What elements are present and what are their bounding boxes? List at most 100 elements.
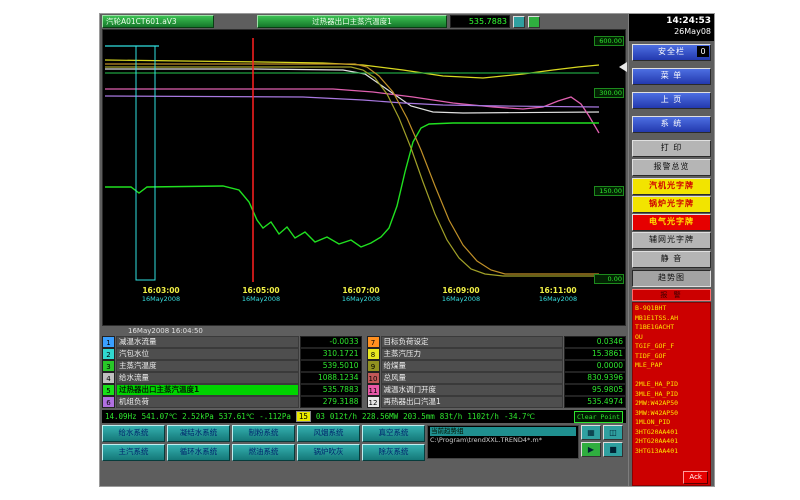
legend-index: 8: [367, 348, 380, 360]
sidebar-button-system[interactable]: 系 统: [632, 116, 711, 133]
sidebar-button-alarm-summary[interactable]: 报警总览: [632, 159, 711, 176]
legend-label: 汽包水位: [116, 348, 299, 360]
legend-index: 7: [367, 336, 380, 348]
alarm-line-6[interactable]: MLE_PAP: [635, 361, 708, 371]
cursor-timestamp: 16May2008 16:04:50: [102, 327, 626, 336]
system-button-r2-4[interactable]: 除灰系统: [362, 444, 425, 461]
alarm-header: 报 警: [632, 289, 711, 301]
clear-point-button[interactable]: Clear Point: [574, 411, 623, 423]
alarm-line-7[interactable]: [635, 371, 708, 381]
series-bright-green-pv: [105, 123, 599, 247]
sidebar-button-menu[interactable]: 菜 单: [632, 68, 711, 85]
topbar-mini-button-1[interactable]: [513, 16, 525, 28]
legend-row[interactable]: 2汽包水位310.1721: [102, 348, 362, 360]
system-button-r1-4[interactable]: 真空系统: [362, 425, 425, 442]
sidebar-button-boiler-lightbox[interactable]: 锅炉光字牌: [632, 196, 711, 213]
system-button-row-2: 主汽系统循环水系统燃油系统锅炉吹灰除灰系统: [102, 444, 425, 461]
alarm-panel: B-9Q1BHTMB1E1TSS.AHT1BE1GACHTOUTGIF_GOF_…: [632, 302, 711, 486]
legend-value: 535.4974: [564, 396, 626, 408]
series-olive-2: [105, 64, 599, 274]
play-mini-button[interactable]: ▶: [581, 442, 601, 457]
alarm-line-14[interactable]: 2HTG20AA401: [635, 437, 708, 447]
status-segment-9: 203.5mm: [403, 412, 435, 421]
sidebar-button-auxiliary-lightbox[interactable]: 辅网光字牌: [632, 232, 711, 249]
y-scale-value-3[interactable]: 0.00: [594, 274, 624, 284]
legend-value: 539.5010: [300, 360, 362, 372]
status-segment-6: 03: [316, 412, 325, 421]
y-scale-value-1[interactable]: 300.00: [594, 88, 624, 98]
screenshot-canvas: 汽轮A01CT601.aV3 过热器出口主蒸汽温度1 535.7883 600.…: [0, 0, 800, 500]
trend-plot[interactable]: [103, 30, 627, 323]
legend-row[interactable]: 1减温水流量-0.0033: [102, 336, 362, 348]
grid-mini-button[interactable]: ▦: [581, 425, 601, 440]
legend-row[interactable]: 7目标负荷设定0.0346: [367, 336, 627, 348]
x-tick-time: 16:05:00: [242, 286, 280, 295]
alarm-line-4[interactable]: TGIF_GOF_F: [635, 342, 708, 352]
alarm-line-10[interactable]: 2MW:W42AP50: [635, 399, 708, 409]
alarm-line-11[interactable]: 3MW:W42AP50: [635, 409, 708, 419]
sidebar-button-trend[interactable]: 趋势图: [632, 270, 711, 287]
legend-index: 5: [102, 384, 115, 396]
mini-button-grid: ▦◫▶■: [581, 425, 623, 457]
sidebar-button-safety-bar[interactable]: 安全栏0: [632, 44, 711, 61]
topbar-mini-button-2[interactable]: [528, 16, 540, 28]
system-button-r2-3[interactable]: 锅炉吹灰: [297, 444, 360, 461]
system-button-r1-0[interactable]: 给水系统: [102, 425, 165, 442]
sidebar-button-turbine-lightbox[interactable]: 汽机光字牌: [632, 178, 711, 195]
alarm-line-0[interactable]: B-9Q1BHT: [635, 304, 708, 314]
system-button-r2-0[interactable]: 主汽系统: [102, 444, 165, 461]
legend-label: 目标负荷设定: [381, 336, 564, 348]
alarm-line-8[interactable]: 2MLE_HA_PID: [635, 380, 708, 390]
sidebar-button-mute[interactable]: 静 音: [632, 251, 711, 268]
legend-row[interactable]: 8主蒸汽压力15.3861: [367, 348, 627, 360]
trend-tag-button[interactable]: 汽轮A01CT601.aV3: [102, 15, 214, 28]
page-mini-button[interactable]: ◫: [603, 425, 623, 440]
trend-group-selected[interactable]: 当前趋势组: [430, 427, 576, 436]
legend-left: 1减温水流量-0.00332汽包水位310.17213主蒸汽温度539.5010…: [102, 336, 362, 408]
legend-row[interactable]: 5过热器出口主蒸汽温度1535.7883: [102, 384, 362, 396]
legend-row[interactable]: 3主蒸汽温度539.5010: [102, 360, 362, 372]
legend-row[interactable]: 4给水流量1088.1234: [102, 372, 362, 384]
system-button-r1-2[interactable]: 制粉系统: [232, 425, 295, 442]
system-button-r2-2[interactable]: 燃油系统: [232, 444, 295, 461]
trend-file-box[interactable]: 当前趋势组 C:\Program\trendXXL.TREND4*.m*: [427, 425, 579, 459]
x-tick-2: 16:07:0016May2008: [342, 286, 380, 304]
legend-row[interactable]: 10总风量830.9396: [367, 372, 627, 384]
alarm-line-5[interactable]: TIDF_GOF: [635, 352, 708, 362]
alarm-line-15[interactable]: 3HTG13AA401: [635, 447, 708, 457]
x-tick-date: 16May2008: [342, 295, 380, 304]
stop-mini-button[interactable]: ■: [603, 442, 623, 457]
legend-index: 10: [367, 372, 380, 384]
sidebar-button-print[interactable]: 打 印: [632, 140, 711, 157]
legend-row[interactable]: 6机组负荷279.3188: [102, 396, 362, 408]
alarm-line-9[interactable]: 3MLE_HA_PID: [635, 390, 708, 400]
system-button-r2-1[interactable]: 循环水系统: [167, 444, 230, 461]
y-scale-value-2[interactable]: 150.00: [594, 186, 624, 196]
alarm-line-1[interactable]: MB1E1TSS.AH: [635, 314, 708, 324]
alarm-line-13[interactable]: 3HTG20AA401: [635, 428, 708, 438]
ack-button[interactable]: Ack: [683, 471, 708, 484]
legend-row[interactable]: 11减温水调门开度95.9805: [367, 384, 627, 396]
legend-value: 535.7883: [300, 384, 362, 396]
x-tick-date: 16May2008: [442, 295, 480, 304]
x-tick-time: 16:09:00: [442, 286, 480, 295]
dcs-trend-window: 汽轮A01CT601.aV3 过热器出口主蒸汽温度1 535.7883 600.…: [100, 14, 714, 486]
sidebar-button-prev-page[interactable]: 上 页: [632, 92, 711, 109]
y-scale-value-0[interactable]: 600.00: [594, 36, 624, 46]
alarm-line-3[interactable]: OU: [635, 333, 708, 343]
status-segment-11: 1102t/h: [467, 412, 499, 421]
scale-marker-icon[interactable]: [619, 62, 627, 72]
legend-index: 4: [102, 372, 115, 384]
trend-title-button[interactable]: 过热器出口主蒸汽温度1: [257, 15, 447, 28]
alarm-line-12[interactable]: 1MLON_PID: [635, 418, 708, 428]
sidebar-button-electrical-lightbox[interactable]: 电气光字牌: [632, 214, 711, 231]
zoom-selection-box[interactable]: [136, 46, 155, 280]
system-button-r1-1[interactable]: 凝结水系统: [167, 425, 230, 442]
x-tick-time: 16:03:00: [142, 286, 180, 295]
legend-row[interactable]: 9给煤量0.0000: [367, 360, 627, 372]
legend-row[interactable]: 12再热器出口汽温1535.4974: [367, 396, 627, 408]
top-bar: 汽轮A01CT601.aV3 过热器出口主蒸汽温度1 535.7883: [100, 14, 628, 28]
status-segment-0: 14.09Hz: [105, 412, 137, 421]
system-button-r1-3[interactable]: 风烟系统: [297, 425, 360, 442]
alarm-line-2[interactable]: T1BE1GACHT: [635, 323, 708, 333]
